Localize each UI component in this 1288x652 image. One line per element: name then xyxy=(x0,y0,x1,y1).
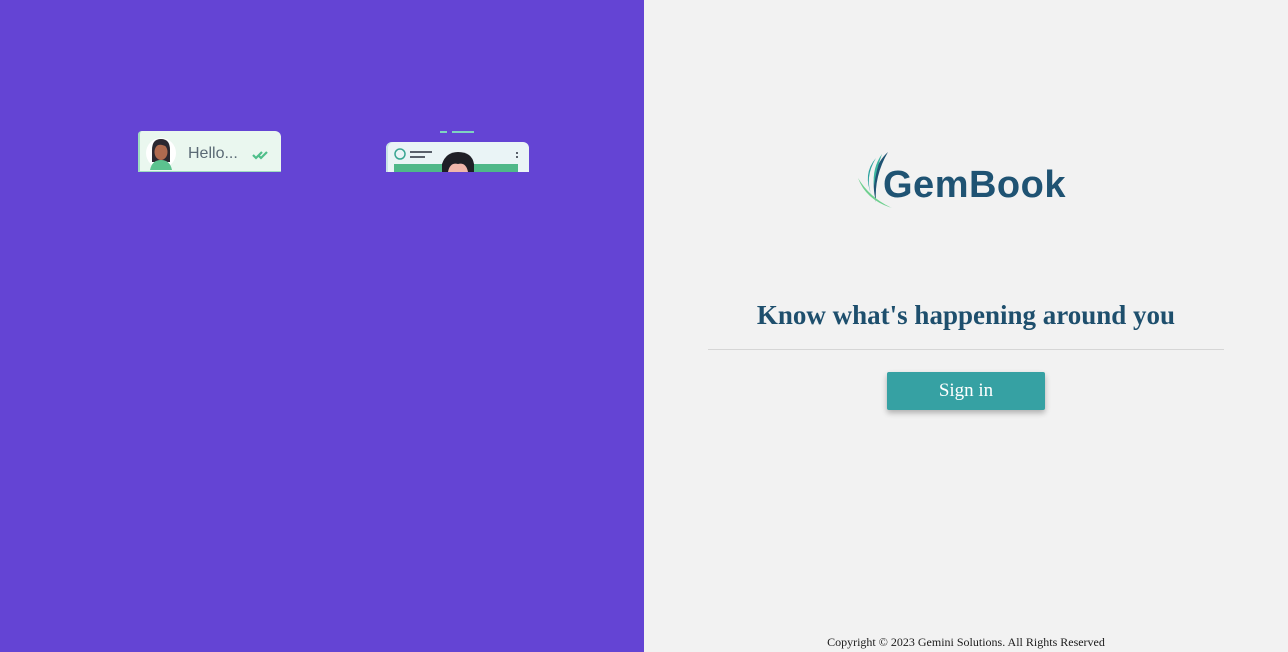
divider xyxy=(708,349,1224,350)
chat-message-text: Hello... xyxy=(188,145,238,162)
illustration-panel: Hello... xyxy=(0,0,644,652)
user-icon xyxy=(394,148,406,160)
copyright-text: Copyright © 2023 Gemini Solutions. All R… xyxy=(827,635,1105,649)
dash-decoration xyxy=(440,131,474,133)
feed-post-illustration xyxy=(386,142,529,172)
chat-bubble-illustration: Hello... xyxy=(138,131,281,172)
woman-avatar-icon xyxy=(146,138,176,170)
sign-in-button[interactable]: Sign in xyxy=(887,372,1045,410)
brand-name: GemBook xyxy=(883,164,1066,206)
page-title: Know what's happening around you xyxy=(756,300,1176,330)
double-check-icon xyxy=(252,151,268,160)
